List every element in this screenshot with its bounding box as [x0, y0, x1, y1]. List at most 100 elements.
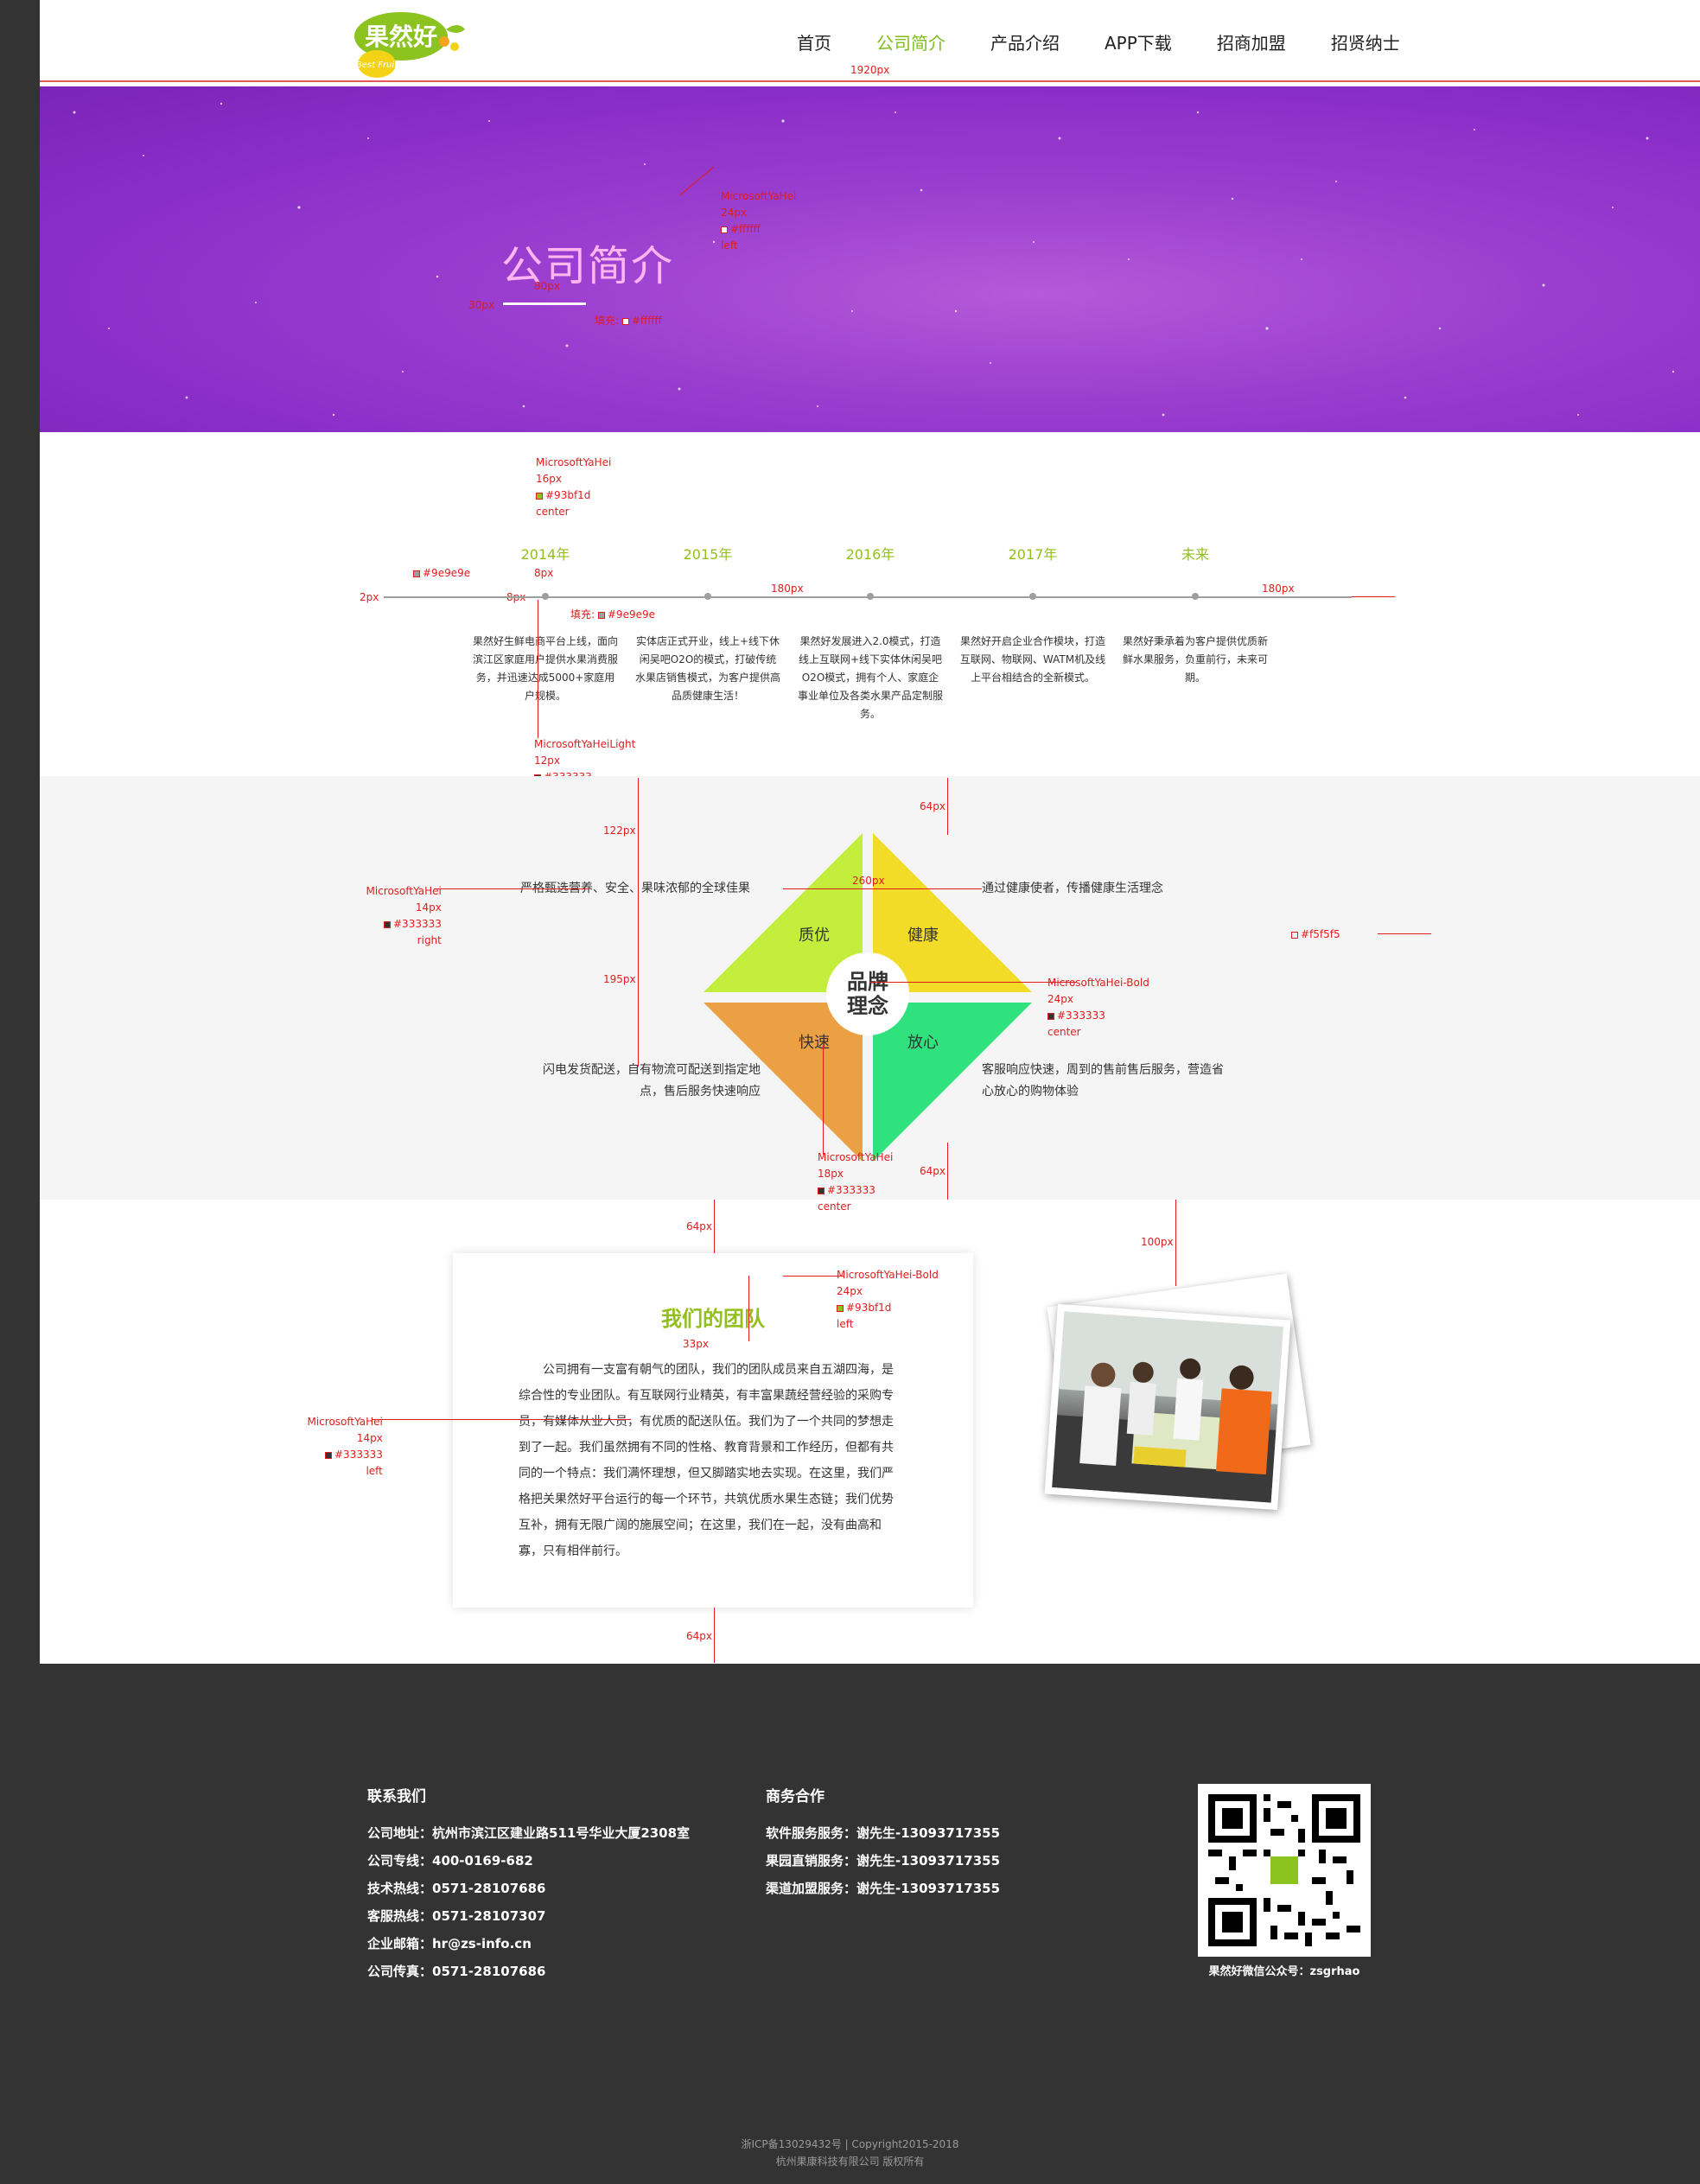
- philosophy-text-health: 通过健康使者，传播健康生活理念: [982, 882, 1163, 895]
- annotation-guide: [823, 1046, 824, 1155]
- annotation-64-a: 64px: [920, 800, 946, 812]
- annotation-bg-color: #f5f5f5: [1291, 926, 1340, 943]
- timeline-text: 果然好秉承着为客户提供优质新鲜水果服务，负重前行，未来可期。: [1122, 635, 1268, 684]
- main-nav: 首页 公司简介 产品介绍 APP下载 招商加盟 招贤纳士: [797, 29, 1445, 54]
- annotation-guide: [869, 982, 1077, 983]
- annotation-100: 100px: [1141, 1236, 1174, 1248]
- annotation-guide: [783, 1276, 844, 1277]
- footer-contact-line: 客服热线：0571-28107307: [367, 1908, 546, 1924]
- team-photo-illustration: [1052, 1311, 1283, 1503]
- annotation-underline-gap: 30px: [468, 299, 494, 311]
- annotation-64-c: 64px: [686, 1220, 712, 1232]
- timeline-dot: [1192, 593, 1199, 600]
- banner-title: 公司简介: [501, 242, 675, 290]
- annotation-guide: [748, 1276, 749, 1341]
- logo[interactable]: 果然好 Best Fruit: [349, 10, 470, 81]
- timeline-dot: [867, 593, 874, 600]
- banner: 公司简介: [40, 86, 1700, 432]
- quadrant-label-assured: 放心: [907, 1034, 939, 1052]
- header-divider: [40, 80, 1700, 82]
- footer-contact-line: 公司地址：杭州市滨江区建业路511号华业大厦2308室: [367, 1825, 691, 1841]
- annotation-guide: [947, 1143, 948, 1200]
- annotation-underline-fill: 填充: #ffffff: [595, 315, 662, 327]
- annotation-260: 260px: [852, 875, 885, 887]
- annotation-guide: [638, 778, 639, 1067]
- footer-contact-line: 技术热线：0571-28107686: [367, 1881, 546, 1896]
- copyright-company: 杭州果康科技有限公司 版权所有: [775, 2155, 925, 2168]
- annotation-33: 33px: [683, 1338, 709, 1350]
- svg-text:Best Fruit: Best Fruit: [356, 60, 398, 70]
- timeline-year: 2015年: [683, 546, 733, 563]
- annotation-dot-color: #9e9e9e: [413, 565, 470, 582]
- philosophy-text-speed: 闪电发货配送，自有物流可配送到指定地点，售后服务快速响应: [543, 1063, 761, 1098]
- nav-franchise[interactable]: 招商加盟: [1217, 29, 1286, 54]
- footer-contact-title: 联系我们: [367, 1788, 426, 1805]
- timeline-text: 果然好发展进入2.0模式，打造线上互联网+线下实体休闲吴吧O2O模式，拥有个人、…: [797, 635, 943, 720]
- annotation-guide: [1378, 933, 1431, 934]
- timeline-dot: [704, 593, 711, 600]
- nav-app-download[interactable]: APP下载: [1105, 29, 1172, 54]
- starfield: [73, 102, 1675, 417]
- annotation-guide: [372, 1419, 631, 1420]
- footer-business-line: 渠道加盟服务：谢先生-13093717355: [766, 1881, 1001, 1896]
- annotation-180-b: 180px: [1262, 583, 1295, 595]
- annotation-195: 195px: [603, 973, 636, 985]
- timeline-dot: [1029, 593, 1036, 600]
- timeline-dot: [542, 593, 549, 600]
- annotation-banner-spec: MicrosoftYaHei 24px #ffffff left: [721, 190, 797, 252]
- quadrant-label-quality: 质优: [799, 926, 830, 945]
- footer-business-line: 果园直销服务：谢先生-13093717355: [766, 1853, 1001, 1869]
- timeline-year: 2014年: [520, 546, 570, 563]
- qr-code-icon: [1208, 1794, 1360, 1946]
- annotation-underline-width: 80px: [534, 280, 560, 292]
- annotation-team-body-spec: MicrosoftYaHei 14px #333333 left: [307, 1416, 383, 1477]
- annotation-180-a: 180px: [771, 583, 804, 595]
- footer-contact-line: 公司专线：400-0169-682: [367, 1853, 533, 1869]
- logo-icon: 果然好 Best Fruit: [354, 12, 465, 78]
- team-photo-image: [1052, 1311, 1283, 1503]
- nav-careers[interactable]: 招贤纳士: [1331, 29, 1400, 54]
- timeline-text: 果然好开启企业合作模块，打造互联网、物联网、WATM机及线上平台相结合的全新模式…: [959, 635, 1106, 684]
- annotation-width: 1920px: [850, 64, 890, 76]
- nav-products[interactable]: 产品介绍: [990, 29, 1060, 54]
- philosophy-text-assured: 客服响应快速，周到的售前售后服务，营造省心放心的购物体验: [982, 1063, 1224, 1098]
- annotation-2px: 2px: [360, 591, 379, 603]
- annotation-left-spec: MicrosoftYaHei 14px #333333 right: [366, 885, 442, 946]
- timeline-text: 实体店正式开业，线上+线下休闲吴吧O2O的模式，打破传统水果店销售模式，为客户提…: [634, 635, 780, 702]
- annotation-64-d: 64px: [686, 1630, 712, 1642]
- qr-caption: 果然好微信公众号：zsgrhao: [1208, 1965, 1360, 1978]
- annotation-guide: [714, 1608, 715, 1663]
- wechat-qr-code[interactable]: [1198, 1784, 1371, 1957]
- timeline-year: 未来: [1181, 546, 1209, 563]
- team-photo: [1044, 1303, 1291, 1511]
- copyright-icp: 浙ICP备13029432号 | Copyright2015-2018: [741, 2138, 959, 2150]
- annotation-brand-spec: MicrosoftYaHei-Bold 24px #333333 center: [1047, 977, 1149, 1038]
- annotation-quad-spec: MicrosoftYaHei 18px #333333 center: [818, 1151, 894, 1213]
- timeline-text: 果然好生鲜电商平台上线，面向滨江区家庭用户提供水果消费服务，并迅速达成5000+…: [472, 635, 618, 702]
- nav-company-intro[interactable]: 公司简介: [876, 29, 946, 54]
- nav-home[interactable]: 首页: [797, 29, 831, 54]
- annotation-fill: 填充: #9e9e9e: [570, 608, 655, 621]
- brand-center-circle: 品牌理念: [826, 952, 909, 1035]
- annotation-8px: 8px: [534, 567, 554, 579]
- svg-text:果然好: 果然好: [365, 22, 437, 51]
- timeline-year: 2016年: [845, 546, 895, 563]
- annotation-guide: [947, 778, 948, 835]
- timeline-year: 2017年: [1008, 546, 1058, 563]
- footer-contact-line[interactable]: 企业邮箱：hr@zs-info.cn: [367, 1934, 532, 1952]
- footer-business-line: 软件服务服务：谢先生-13093717355: [766, 1825, 1001, 1841]
- annotation-guide: [1175, 1200, 1176, 1286]
- annotation-team-title-spec: MicrosoftYaHei-Bold 24px #93bf1d left: [837, 1269, 939, 1330]
- page-body: 果然好 Best Fruit 首页 公司简介 产品介绍 APP下载 招商加盟 招…: [40, 0, 1700, 1664]
- annotation-year-spec: MicrosoftYaHei 16px #93bf1d center: [536, 456, 612, 518]
- team-description: 公司拥有一支富有朝气的团队，我们的团队成员来自五湖四海，是综合性的专业团队。有互…: [519, 1363, 894, 1558]
- banner-underline: [503, 302, 586, 305]
- footer-contact-line: 公司传真：0571-28107686: [367, 1964, 546, 1979]
- brand-center-text: 品牌理念: [847, 970, 888, 1018]
- annotation-guide: [434, 888, 589, 889]
- annotation-122: 122px: [603, 825, 636, 837]
- quadrant-label-health: 健康: [907, 926, 939, 945]
- footer-business-title: 商务合作: [766, 1788, 825, 1805]
- annotation-64-b: 64px: [920, 1165, 946, 1177]
- annotation-guide: [714, 1200, 715, 1253]
